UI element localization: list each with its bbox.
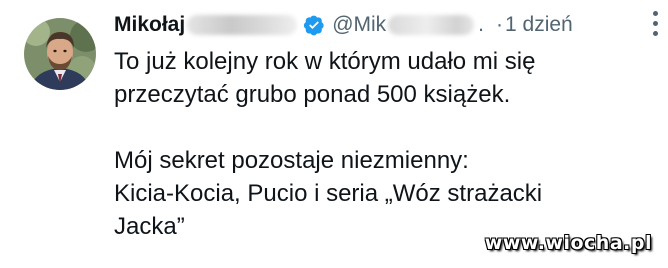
site-watermark: www.wiocha.pl bbox=[484, 232, 652, 254]
blurred-name-redaction bbox=[187, 15, 298, 35]
tweet-text-line: Kicia-Kocia, Pucio i seria „Wóz strażack… bbox=[114, 180, 543, 207]
separator-middot: · bbox=[496, 13, 504, 36]
blurred-handle-redaction bbox=[388, 15, 475, 35]
author-handle[interactable]: @Mik bbox=[332, 10, 386, 40]
more-options-icon[interactable] bbox=[648, 6, 662, 46]
tweet-text-line: Mój sekret pozostaje niezmienny: bbox=[114, 147, 469, 174]
tweet-timestamp[interactable]: 1 dzień bbox=[505, 10, 573, 40]
tweet-text-line: przeczytać grubo ponad 500 książek. bbox=[114, 81, 511, 108]
author-name[interactable]: Mikołaj bbox=[114, 10, 185, 40]
tweet-text: To już kolejny rok w którym udało mi się… bbox=[114, 45, 654, 243]
separator-dot: . bbox=[478, 13, 485, 36]
verified-badge-icon bbox=[303, 14, 325, 36]
tweet[interactable]: Mikołaj @Mik . · 1 dzień To już kolejny … bbox=[0, 0, 668, 268]
avatar[interactable] bbox=[24, 18, 96, 90]
avatar-image bbox=[24, 18, 96, 90]
tweet-text-line: To już kolejny rok w którym udało mi się bbox=[114, 48, 536, 75]
tweet-header: Mikołaj @Mik . · 1 dzień bbox=[114, 10, 573, 40]
